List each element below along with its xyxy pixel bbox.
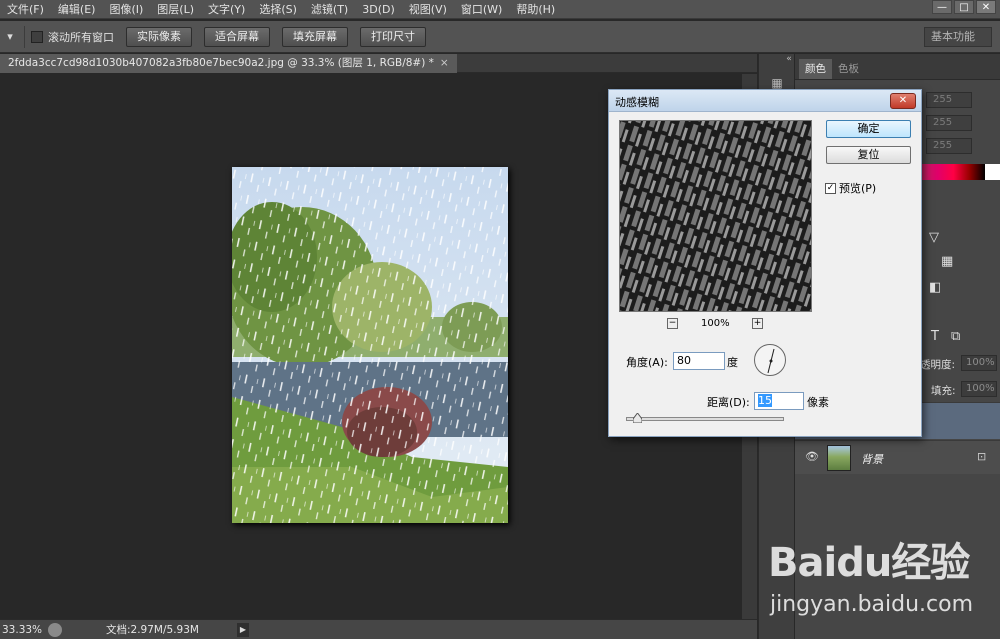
menu-layer[interactable]: 图层(L) bbox=[150, 0, 201, 19]
fill-label: 填充: bbox=[931, 385, 956, 397]
opacity-label: 透明度: bbox=[920, 359, 956, 371]
angle-unit: 度 bbox=[727, 356, 738, 369]
document-tab[interactable]: 2fdda3cc7cd98d1030b407082a3fb80e7bec90a2… bbox=[0, 54, 457, 73]
rain-landscape-photo bbox=[232, 167, 508, 523]
options-bar: ▾ 滚动所有窗口 实际像素 适合屏幕 填充屏幕 打印尺寸 基本功能 bbox=[0, 21, 1000, 53]
angle-dial-needle bbox=[767, 348, 775, 374]
preview-blur-image bbox=[620, 121, 811, 311]
dialog-title: 动感模糊 bbox=[615, 96, 659, 109]
tab-swatches[interactable]: 色板 bbox=[832, 59, 865, 79]
angle-dial[interactable] bbox=[754, 344, 786, 376]
preview-checkbox[interactable]: ✓ bbox=[825, 182, 836, 194]
tool-preset-dropdown-icon[interactable]: ▾ bbox=[2, 27, 18, 47]
distance-input[interactable]: 15 bbox=[754, 392, 804, 410]
color-spectrum-bar[interactable] bbox=[922, 164, 985, 180]
preview-checkbox-group[interactable]: ✓ 预览(P) bbox=[825, 180, 876, 196]
distance-slider-thumb[interactable] bbox=[633, 413, 642, 423]
lock-icon: ⊡ bbox=[977, 450, 987, 463]
baidu-watermark: Baidu经验 jingyan.baidu.com bbox=[768, 530, 1000, 625]
type-layer-icon[interactable]: T bbox=[931, 329, 939, 344]
status-info-icon[interactable] bbox=[48, 622, 62, 637]
color-g-field[interactable]: 255 bbox=[926, 115, 972, 131]
preview-zoom-out-button[interactable]: − bbox=[667, 318, 678, 329]
ok-button[interactable]: 确定 bbox=[826, 120, 911, 138]
zoom-level[interactable]: 33.33% bbox=[0, 624, 42, 636]
menu-3d[interactable]: 3D(D) bbox=[355, 0, 402, 19]
dialog-close-button[interactable]: ✕ bbox=[890, 93, 916, 109]
distance-unit: 像素 bbox=[807, 396, 829, 409]
options-separator bbox=[24, 25, 25, 48]
window-controls: — □ ✕ bbox=[932, 0, 996, 14]
distance-label: 距离(D): bbox=[707, 396, 750, 409]
layer-thumbnail bbox=[827, 445, 851, 471]
angle-input[interactable]: 80 bbox=[673, 352, 725, 370]
tab-color[interactable]: 颜色 bbox=[799, 59, 832, 79]
document-tab-title: 2fdda3cc7cd98d1030b407082a3fb80e7bec90a2… bbox=[8, 57, 434, 69]
minimize-button[interactable]: — bbox=[932, 0, 952, 14]
fill-screen-button[interactable]: 填充屏幕 bbox=[282, 26, 348, 47]
opacity-field[interactable]: 100% bbox=[961, 355, 997, 371]
tab-close-icon[interactable]: × bbox=[440, 57, 449, 69]
transform-icon[interactable]: ⧉ bbox=[951, 329, 960, 344]
document-size-info: 文档:2.97M/5.93M bbox=[106, 624, 199, 636]
menu-image[interactable]: 图像(I) bbox=[102, 0, 150, 19]
status-menu-arrow-icon[interactable]: ▶ bbox=[236, 622, 249, 637]
menu-type[interactable]: 文字(Y) bbox=[201, 0, 252, 19]
reset-button[interactable]: 复位 bbox=[826, 146, 911, 164]
angle-label: 角度(A): bbox=[626, 356, 668, 369]
color-panel-tabs: 颜色 色板 bbox=[795, 54, 1000, 80]
menu-help[interactable]: 帮助(H) bbox=[509, 0, 562, 19]
dialog-titlebar[interactable]: 动感模糊 ✕ bbox=[609, 90, 921, 112]
preview-label: 预览(P) bbox=[839, 182, 877, 195]
menubar: 文件(F) 编辑(E) 图像(I) 图层(L) 文字(Y) 选择(S) 滤镜(T… bbox=[0, 0, 1000, 19]
scroll-all-windows-label: 滚动所有窗口 bbox=[48, 30, 114, 44]
color-spectrum-white[interactable] bbox=[985, 164, 1000, 180]
filter-preview[interactable] bbox=[619, 120, 812, 312]
eye-icon[interactable]: 👁 bbox=[805, 450, 819, 463]
workspace-select[interactable]: 基本功能 bbox=[924, 27, 992, 47]
color-b-field[interactable]: 255 bbox=[926, 138, 972, 154]
close-window-button[interactable]: ✕ bbox=[976, 0, 996, 14]
grid-icon[interactable]: ▦ bbox=[941, 254, 953, 269]
baidu-logo: Baidu经验 bbox=[768, 540, 970, 586]
distance-value: 15 bbox=[758, 394, 772, 407]
motion-blur-dialog: 动感模糊 ✕ − 100% + 确定 复位 ✓ 预览(P) 角度(A): 80 … bbox=[608, 89, 922, 437]
baidu-url: jingyan.baidu.com bbox=[770, 592, 974, 617]
preview-zoom-percent: 100% bbox=[701, 318, 730, 329]
print-size-button[interactable]: 打印尺寸 bbox=[360, 26, 426, 47]
menu-view[interactable]: 视图(V) bbox=[402, 0, 454, 19]
restore-button[interactable]: □ bbox=[954, 0, 974, 14]
document-image[interactable] bbox=[232, 167, 508, 523]
actual-pixels-button[interactable]: 实际像素 bbox=[126, 26, 192, 47]
menu-select[interactable]: 选择(S) bbox=[252, 0, 304, 19]
triangle-down-icon[interactable]: ▽ bbox=[929, 230, 939, 245]
preview-zoom-in-button[interactable]: + bbox=[752, 318, 763, 329]
distance-slider-track[interactable] bbox=[626, 417, 784, 421]
color-r-field[interactable]: 255 bbox=[926, 92, 972, 108]
scroll-all-windows-checkbox[interactable] bbox=[31, 30, 43, 43]
document-tab-bar: 2fdda3cc7cd98d1030b407082a3fb80e7bec90a2… bbox=[0, 54, 757, 73]
fit-screen-button[interactable]: 适合屏幕 bbox=[204, 26, 270, 47]
menu-filter[interactable]: 滤镜(T) bbox=[304, 0, 355, 19]
fill-field[interactable]: 100% bbox=[961, 381, 997, 397]
layer-name: 背景 bbox=[861, 453, 883, 466]
status-bar: 33.33% 文档:2.97M/5.93M ▶ bbox=[0, 619, 757, 639]
menu-edit[interactable]: 编辑(E) bbox=[51, 0, 103, 19]
menu-file[interactable]: 文件(F) bbox=[0, 0, 51, 19]
gradient-icon[interactable]: ◧ bbox=[929, 280, 941, 295]
menu-window[interactable]: 窗口(W) bbox=[454, 0, 509, 19]
layer-row-background[interactable]: 👁 背景 ⊡ bbox=[795, 440, 1000, 474]
